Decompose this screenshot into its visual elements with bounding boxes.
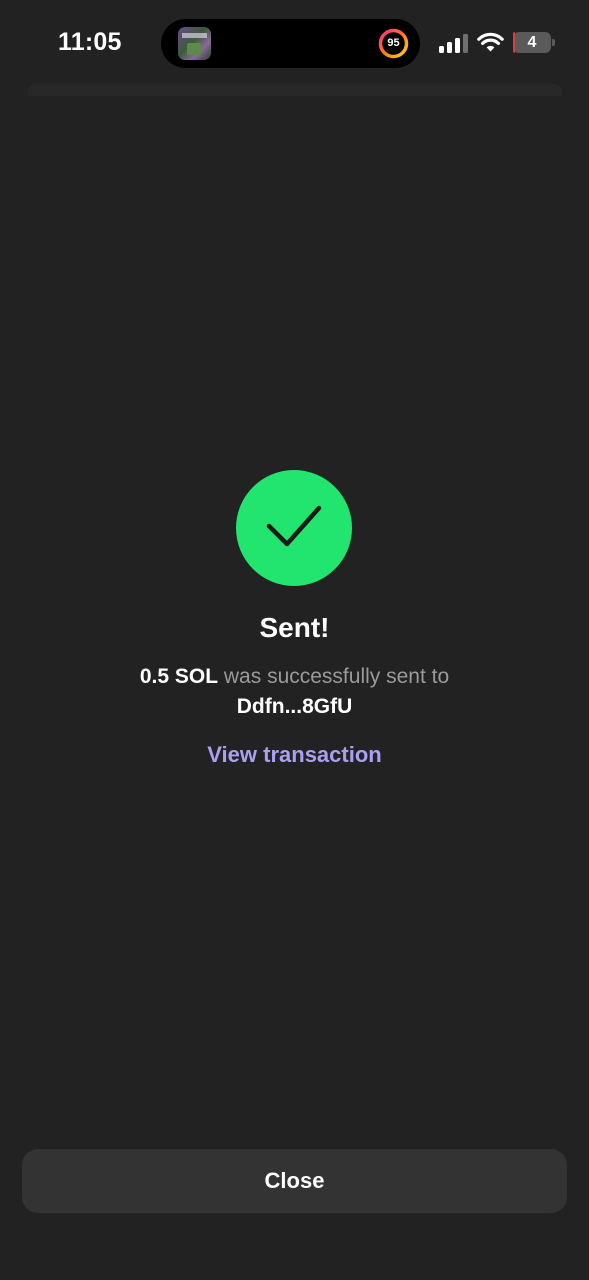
activity-ring-icon: 95 — [378, 28, 409, 59]
activity-ring-value: 95 — [387, 37, 400, 49]
close-button[interactable]: Close — [22, 1149, 567, 1213]
wifi-icon — [477, 31, 504, 53]
result-message: 0.5 SOL was successfully sent to Ddfn...… — [60, 662, 529, 722]
battery-icon: 4 — [513, 32, 551, 53]
cellular-signal-icon — [439, 33, 469, 53]
media-thumbnail-icon — [178, 27, 211, 60]
dynamic-island[interactable]: 95 — [161, 19, 420, 68]
status-time: 11:05 — [58, 28, 122, 56]
recipient-address: Ddfn...8GfU — [236, 695, 353, 718]
success-badge — [236, 470, 352, 586]
result-title: Sent! — [259, 612, 330, 643]
sheet-edge — [28, 84, 562, 96]
send-success-screen: 11:05 95 4 Sent! 0.5 SOL was successfull… — [0, 0, 589, 1280]
message-text: was successfully sent to — [223, 665, 450, 688]
view-transaction-link[interactable]: View transaction — [0, 742, 589, 768]
checkmark-icon — [266, 505, 322, 547]
battery-level: 4 — [527, 34, 537, 51]
status-bar: 11:05 95 4 — [0, 0, 589, 88]
sent-amount: 0.5 SOL — [139, 665, 219, 688]
battery-cap — [552, 39, 555, 46]
